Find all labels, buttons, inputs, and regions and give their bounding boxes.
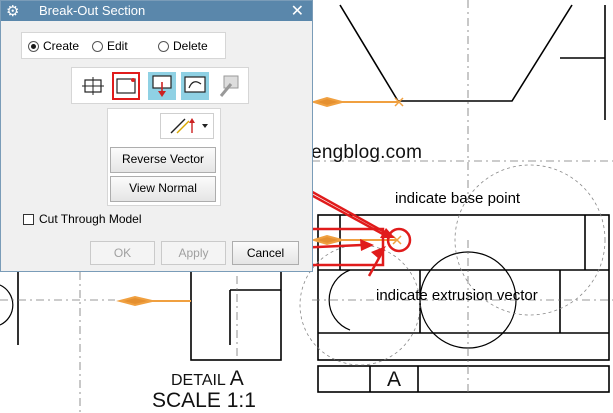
vector-type-dropdown[interactable] <box>160 113 214 139</box>
base-point-annotation: indicate base point <box>395 190 521 207</box>
radio-delete-indicator <box>158 40 169 52</box>
radio-edit-indicator <box>92 40 103 52</box>
scale-label: SCALE 1:1 <box>152 389 256 412</box>
section-steps-toolbar <box>71 67 249 104</box>
apply-button[interactable]: Apply <box>161 241 226 265</box>
select-view-icon[interactable] <box>79 72 107 100</box>
cancel-button[interactable]: Cancel <box>232 241 299 265</box>
mode-radio-group: Create Edit Delete <box>21 32 226 59</box>
vector-options-panel: Reverse Vector View Normal <box>107 108 221 206</box>
cut-through-model-checkbox[interactable] <box>23 213 34 225</box>
detail-letter: A <box>229 367 244 390</box>
cut-through-model-label: Cut Through Model <box>39 212 142 226</box>
reverse-vector-button[interactable]: Reverse Vector <box>110 147 216 173</box>
vector-inferred-icon <box>170 118 208 134</box>
ok-button[interactable]: OK <box>90 241 155 265</box>
specify-base-point-icon[interactable] <box>112 72 140 100</box>
radio-delete-label: Delete <box>173 39 208 53</box>
close-icon[interactable]: ✕ <box>291 1 304 20</box>
view-normal-button[interactable]: View Normal <box>110 176 216 202</box>
modify-boundary-icon[interactable] <box>216 72 244 100</box>
detail-prefix: DETAIL <box>171 372 226 389</box>
specify-extrusion-vector-icon[interactable] <box>148 72 176 100</box>
select-curve-icon[interactable] <box>181 72 209 100</box>
dialog-title-bar[interactable]: ⚙ Break-Out Section ✕ <box>1 1 312 21</box>
cut-through-model-option[interactable]: Cut Through Model <box>23 212 142 226</box>
radio-create-indicator <box>28 40 39 52</box>
gear-icon: ⚙ <box>6 2 20 20</box>
radio-edit[interactable]: Edit <box>92 39 128 53</box>
radio-delete[interactable]: Delete <box>158 39 208 53</box>
dialog-title: Break-Out Section <box>39 3 146 18</box>
extrusion-vector-annotation: indicate extrusion vector <box>376 287 538 304</box>
radio-create-label: Create <box>43 39 80 53</box>
section-letter: A <box>387 368 402 391</box>
break-out-section-dialog: ⚙ Break-Out Section ✕ Create Edit Delete <box>0 0 313 272</box>
radio-create[interactable]: Create <box>28 39 79 53</box>
radio-edit-label: Edit <box>107 39 128 53</box>
detail-label: DETAIL A <box>171 367 244 391</box>
